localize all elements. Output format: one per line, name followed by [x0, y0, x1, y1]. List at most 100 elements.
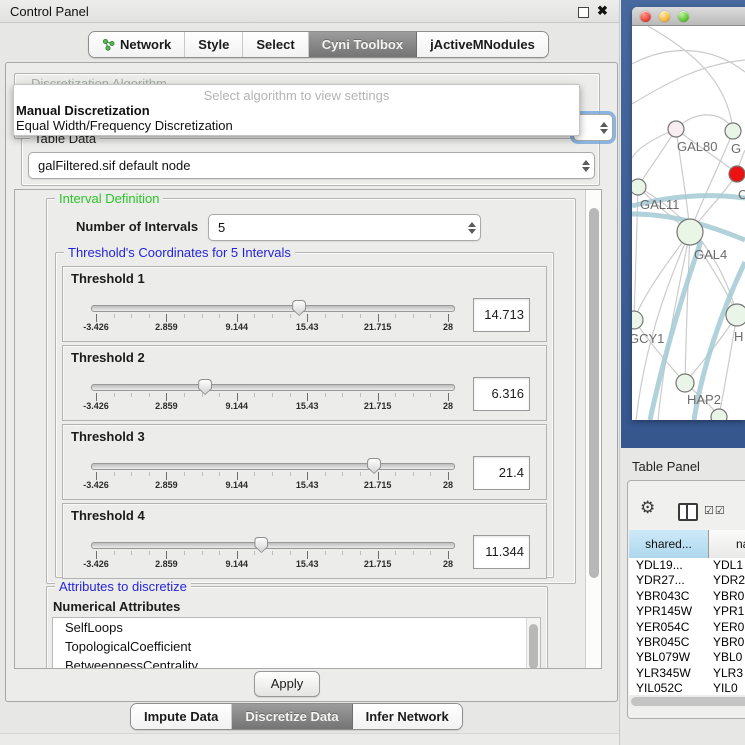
- slider-scale-label: 2.859: [131, 559, 201, 569]
- slider-scale-label: 2.859: [131, 480, 201, 490]
- slider-tick: [237, 393, 238, 401]
- float-icon[interactable]: [578, 7, 589, 18]
- table-row[interactable]: YDR27...YDR2: [629, 573, 745, 588]
- table-row[interactable]: YBR045CYBR0: [629, 635, 745, 650]
- apply-button[interactable]: Apply: [254, 671, 320, 697]
- tab-impute-data[interactable]: Impute Data: [131, 704, 232, 729]
- viewport-scrollbar-thumb[interactable]: [589, 208, 599, 578]
- cell-name: YER0: [708, 620, 745, 635]
- attribute-item[interactable]: SelfLoops: [53, 618, 540, 637]
- threshold-slider-thumb[interactable]: [254, 537, 268, 553]
- slider-tick: [237, 472, 238, 480]
- slider-scale-label: 21.715: [343, 559, 413, 569]
- column-header-shared[interactable]: shared...: [629, 530, 709, 558]
- close-traffic-light[interactable]: [640, 11, 651, 22]
- slider-tick: [342, 314, 343, 318]
- slider-tick: [395, 314, 396, 318]
- slider-scale-label: 9.144: [202, 322, 272, 332]
- tab-style[interactable]: Style: [185, 32, 243, 57]
- attribute-item[interactable]: BetweennessCentrality: [53, 656, 540, 669]
- viewport-scrollbar[interactable]: [585, 190, 602, 668]
- cell-name: YIL0: [708, 681, 745, 696]
- network-node-gal11[interactable]: [632, 179, 646, 195]
- threshold-slider-track[interactable]: [91, 305, 455, 312]
- gear-icon[interactable]: ⚙: [640, 499, 655, 516]
- node-label: HAP2: [687, 392, 721, 407]
- select-columns-icon[interactable]: ☑☑: [704, 504, 726, 517]
- table-row[interactable]: YIL052CYIL0: [629, 681, 745, 696]
- tab-infer-network[interactable]: Infer Network: [353, 704, 462, 729]
- cell-name: YLR3: [708, 666, 745, 681]
- table-hscrollbar-thumb[interactable]: [631, 697, 745, 706]
- slider-tick: [202, 393, 203, 397]
- table-row[interactable]: YDL19...YDL1: [629, 558, 745, 573]
- table-data-value: galFiltered.sif default node: [29, 158, 578, 173]
- slider-tick: [307, 314, 308, 322]
- popup-option-manual-discretization[interactable]: Manual Discretization: [16, 103, 150, 118]
- tab-network[interactable]: Network: [89, 32, 185, 57]
- table-row[interactable]: YPR145WYPR1: [629, 604, 745, 619]
- table-row[interactable]: YBL079WYBL0: [629, 650, 745, 665]
- slider-tick: [448, 551, 449, 559]
- tab-select[interactable]: Select: [243, 32, 308, 57]
- network-node-gcy1[interactable]: [632, 311, 643, 329]
- slider-tick: [290, 314, 291, 318]
- algorithm-dropdown-popup: Select algorithm to view settings Manual…: [13, 84, 580, 136]
- slider-tick: [413, 393, 414, 397]
- attribute-item[interactable]: TopologicalCoefficient: [53, 637, 540, 656]
- table-row[interactable]: YLR345WYLR3: [629, 666, 745, 681]
- slider-tick: [430, 551, 431, 555]
- network-canvas[interactable]: GAL80GCGAL11GAL4GCY1HHAP2: [632, 26, 745, 420]
- threshold-slider-thumb[interactable]: [367, 458, 381, 474]
- cyni-toolbox-panel: Discretization Algorithm Table Data galF…: [5, 62, 618, 702]
- slider-scale-label: 21.715: [343, 401, 413, 411]
- slider-tick: [272, 472, 273, 476]
- table-row[interactable]: YBR043CYBR0: [629, 589, 745, 604]
- slider-tick: [149, 393, 150, 397]
- cell-shared-name: YDL19...: [629, 558, 708, 573]
- threshold-slider-track[interactable]: [91, 384, 455, 391]
- attributes-scrollbar[interactable]: [526, 618, 540, 669]
- slider-tick: [219, 314, 220, 318]
- network-node-hap2[interactable]: [676, 374, 694, 392]
- threshold-slider-track[interactable]: [91, 542, 455, 549]
- slider-scale-label: 15.43: [272, 322, 342, 332]
- slider-scale-label: 2.859: [131, 401, 201, 411]
- slider-tick: [307, 393, 308, 401]
- tab-cyni-toolbox[interactable]: Cyni Toolbox: [309, 32, 417, 57]
- cell-name: YDL1: [708, 558, 745, 573]
- number-of-intervals-combobox[interactable]: 5: [208, 214, 481, 241]
- network-window-titlebar: [632, 7, 745, 26]
- cell-name: YBR0: [708, 635, 745, 650]
- zoom-traffic-light[interactable]: [678, 11, 689, 22]
- network-node[interactable]: [711, 409, 727, 420]
- numerical-attributes-list[interactable]: SelfLoopsTopologicalCoefficientBetweenne…: [52, 617, 541, 669]
- table-horizontal-scrollbar[interactable]: [629, 695, 745, 708]
- threshold-slider-thumb[interactable]: [292, 300, 306, 316]
- cell-shared-name: YLR345W: [629, 666, 708, 681]
- network-node-h[interactable]: [726, 304, 745, 326]
- network-node-g[interactable]: [725, 123, 741, 139]
- network-node-c[interactable]: [729, 166, 745, 182]
- slider-scale-label: 28: [413, 322, 483, 332]
- slider-tick: [430, 472, 431, 476]
- slider-tick: [307, 551, 308, 559]
- column-header-name[interactable]: na: [709, 530, 745, 558]
- network-node-gal80[interactable]: [668, 121, 684, 137]
- split-columns-icon[interactable]: [678, 503, 698, 521]
- slider-scale-label: 28: [413, 559, 483, 569]
- tab-discretize-data[interactable]: Discretize Data: [232, 704, 352, 729]
- slider-tick: [272, 314, 273, 318]
- threshold-sliders: Threshold 1 14.713 -3.4262.8599.14415.43…: [62, 266, 547, 582]
- network-node-gal4[interactable]: [677, 219, 703, 245]
- threshold-slider-thumb[interactable]: [198, 379, 212, 395]
- close-icon[interactable]: ✖: [597, 3, 608, 19]
- table-row[interactable]: YER054CYER0: [629, 620, 745, 635]
- tab-jactivemnodules[interactable]: jActiveMNodules: [417, 32, 548, 57]
- popup-option-equal-width-frequency[interactable]: Equal Width/Frequency Discretization: [16, 118, 233, 133]
- threshold-slider-track[interactable]: [91, 463, 455, 470]
- attributes-scrollbar-thumb[interactable]: [529, 624, 538, 669]
- minimize-traffic-light[interactable]: [659, 11, 670, 22]
- table-data-combobox[interactable]: galFiltered.sif default node: [28, 152, 595, 179]
- table-header-row: shared... na: [629, 530, 745, 559]
